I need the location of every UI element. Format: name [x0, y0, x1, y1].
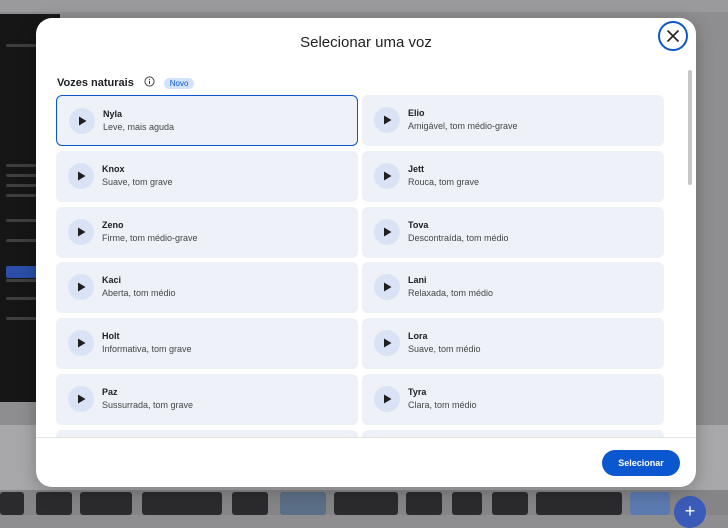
play-icon — [78, 338, 86, 348]
play-button[interactable] — [374, 107, 400, 133]
voice-card[interactable]: Holt Informativa, tom grave — [56, 318, 358, 369]
scrollbar-thumb[interactable] — [688, 70, 692, 185]
background-add-button: + — [674, 496, 706, 528]
voice-card[interactable]: Elio Amigável, tom médio-grave — [362, 95, 664, 146]
new-badge: Novo — [163, 77, 195, 89]
voice-description: Sussurrada, tom grave — [102, 400, 194, 410]
play-icon — [384, 394, 392, 404]
voice-name: Paz — [102, 387, 118, 397]
play-icon — [384, 338, 392, 348]
play-button[interactable] — [69, 108, 95, 134]
background-thumbnail — [232, 492, 268, 515]
play-button[interactable] — [374, 219, 400, 245]
play-button[interactable] — [374, 386, 400, 412]
background-thumbnail — [452, 492, 482, 515]
play-button[interactable] — [374, 163, 400, 189]
close-icon — [667, 30, 679, 42]
voice-description: Rouca, tom grave — [408, 177, 480, 187]
voice-name: Tyra — [408, 387, 427, 397]
play-icon — [79, 116, 87, 126]
play-button[interactable] — [374, 274, 400, 300]
play-button[interactable] — [68, 219, 94, 245]
background-thumbnail — [80, 492, 132, 515]
close-button[interactable] — [658, 21, 688, 51]
background-line — [6, 194, 36, 197]
voice-name: Elio — [408, 108, 425, 118]
play-icon — [384, 171, 392, 181]
select-button[interactable]: Selecionar — [602, 450, 680, 476]
play-icon — [78, 227, 86, 237]
section-header: Vozes naturais Novo — [57, 74, 195, 92]
footer-divider — [36, 437, 696, 438]
voice-card[interactable]: Zeno Firme, tom médio-grave — [56, 207, 358, 258]
background-thumbnail — [630, 492, 670, 515]
voice-card[interactable]: Lora Suave, tom médio — [362, 318, 664, 369]
voice-description: Descontraída, tom médio — [408, 233, 509, 243]
voice-select-dialog: Selecionar uma voz Vozes naturais Novo N… — [36, 18, 696, 487]
dialog-title: Selecionar uma voz — [300, 34, 432, 51]
play-icon — [384, 115, 392, 125]
voice-description: Aberta, tom médio — [102, 288, 176, 298]
section-title: Vozes naturais — [57, 77, 134, 89]
play-button[interactable] — [68, 386, 94, 412]
play-button[interactable] — [68, 163, 94, 189]
background-thumbnail-strip — [0, 490, 728, 515]
background-thumbnail — [536, 492, 622, 515]
voice-description: Informativa, tom grave — [102, 344, 192, 354]
voice-name: Tova — [408, 220, 429, 230]
voice-description: Leve, mais aguda — [103, 122, 175, 132]
voice-description: Suave, tom médio — [408, 344, 481, 354]
play-icon — [78, 394, 86, 404]
play-icon — [384, 227, 392, 237]
voice-name: Zeno — [102, 220, 124, 230]
voice-description: Clara, tom médio — [408, 400, 477, 410]
play-button[interactable] — [68, 330, 94, 356]
voice-name: Kaci — [102, 275, 122, 285]
voice-description: Amigável, tom médio-grave — [408, 121, 518, 131]
background-thumbnail — [492, 492, 528, 515]
background-thumbnail — [36, 492, 72, 515]
voice-name: Jett — [408, 164, 425, 174]
play-icon — [78, 171, 86, 181]
voice-card[interactable]: Paz Sussurrada, tom grave — [56, 374, 358, 425]
info-icon[interactable] — [144, 74, 155, 92]
voice-card[interactable]: Nyla Leve, mais aguda — [56, 95, 358, 146]
background-thumbnail — [334, 492, 398, 515]
voice-description: Firme, tom médio-grave — [102, 233, 198, 243]
background-top-bar — [0, 0, 728, 12]
voice-description: Suave, tom grave — [102, 177, 173, 187]
voice-card[interactable]: Jett Rouca, tom grave — [362, 151, 664, 202]
background-line — [6, 279, 40, 282]
voice-name: Nyla — [103, 109, 123, 119]
voice-name: Holt — [102, 331, 120, 341]
play-icon — [384, 282, 392, 292]
background-thumbnail — [0, 492, 24, 515]
voice-name: Lora — [408, 331, 428, 341]
voice-name: Lani — [408, 275, 427, 285]
voice-card[interactable]: Lani Relaxada, tom médio — [362, 262, 664, 313]
voice-card[interactable]: Tyra Clara, tom médio — [362, 374, 664, 425]
play-button[interactable] — [68, 274, 94, 300]
background-thumbnail — [280, 492, 326, 515]
background-thumbnail — [406, 492, 442, 515]
voice-name: Knox — [102, 164, 125, 174]
play-icon — [78, 282, 86, 292]
voice-card[interactable]: Kaci Aberta, tom médio — [56, 262, 358, 313]
voice-card[interactable]: Tova Descontraída, tom médio — [362, 207, 664, 258]
voice-grid: Nyla Leve, mais aguda Elio Amigável, tom mé… — [56, 95, 664, 438]
voice-card[interactable]: Knox Suave, tom grave — [56, 151, 358, 202]
background-thumbnail — [142, 492, 222, 515]
play-button[interactable] — [374, 330, 400, 356]
voice-description: Relaxada, tom médio — [408, 288, 494, 298]
